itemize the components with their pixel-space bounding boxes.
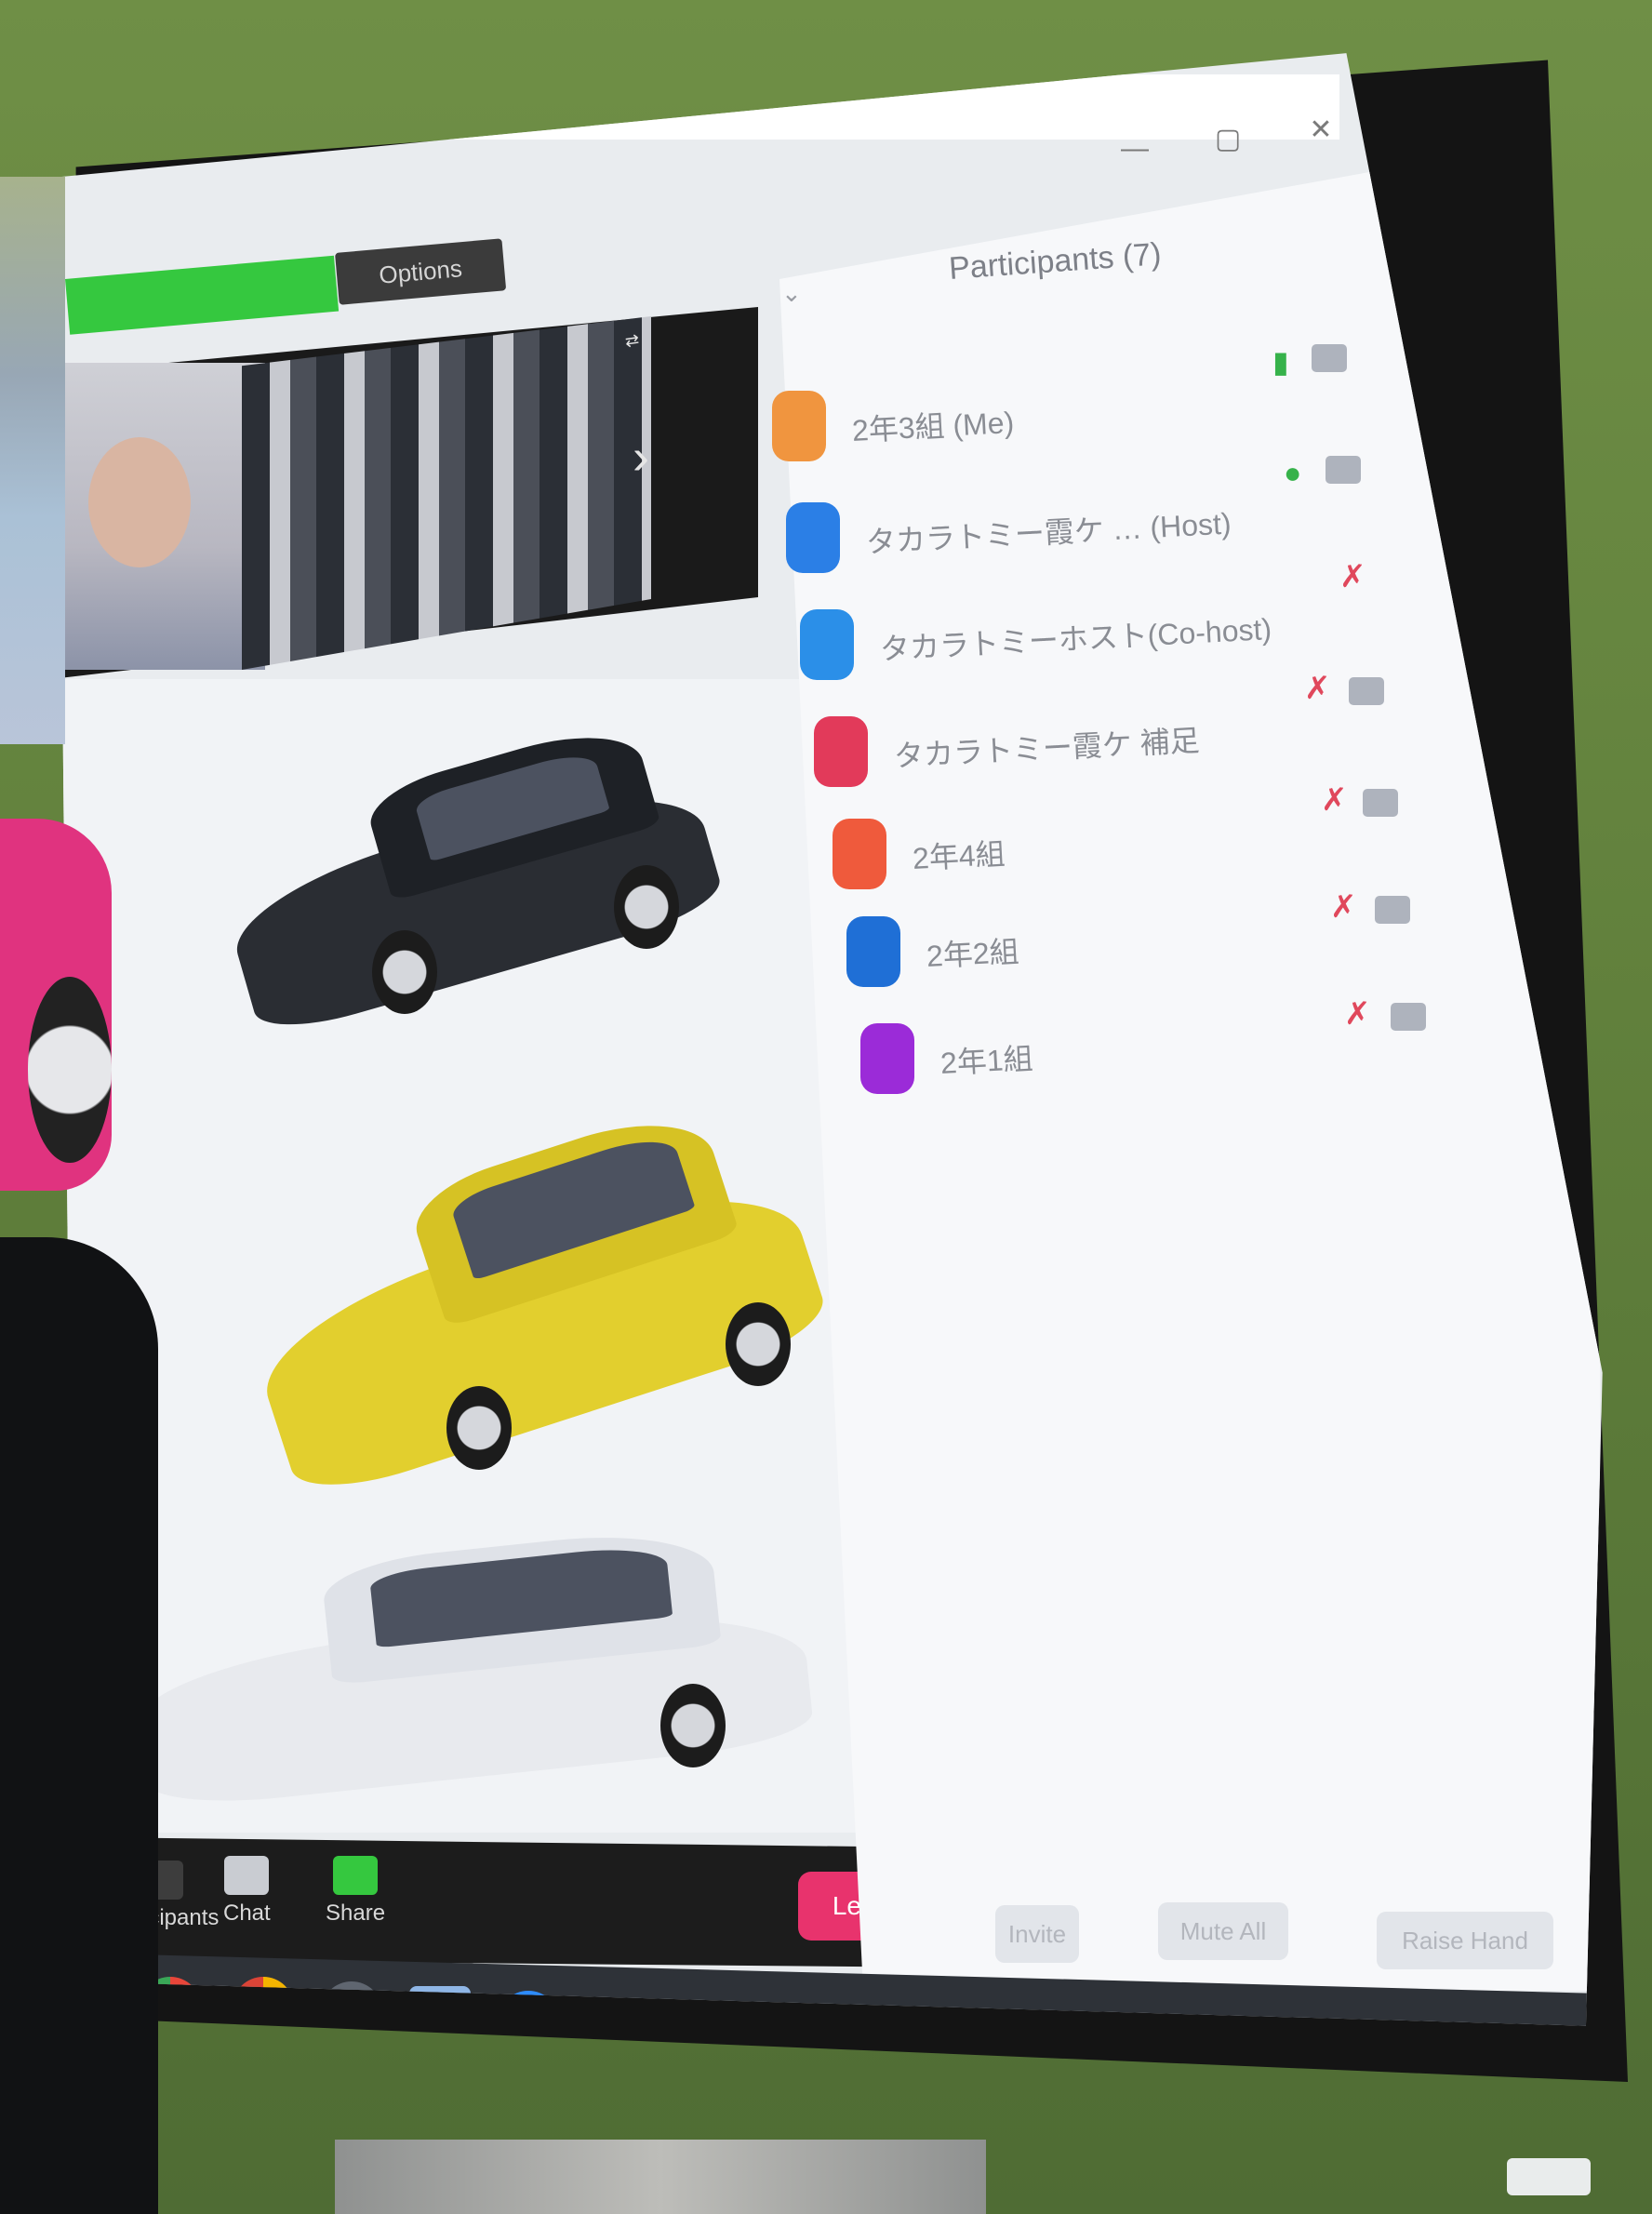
participant-avatar: [786, 502, 840, 573]
participant-row[interactable]: 2年2組: [846, 916, 1498, 991]
person-silhouette: [0, 1237, 158, 2214]
camera-icon[interactable]: [1349, 677, 1384, 705]
participant-avatar: [846, 916, 900, 987]
share-screen-icon: [333, 1856, 379, 1895]
white-car-image: [133, 1516, 828, 1823]
mic-muted-icon[interactable]: ✗: [1339, 558, 1366, 595]
chat-toolbar-button[interactable]: Chat: [223, 1856, 271, 1927]
share-toolbar-button[interactable]: Share: [326, 1856, 385, 1927]
participant-avatar: [772, 391, 826, 461]
share-status-tab[interactable]: [65, 255, 340, 335]
participant-name: タカラトミー霞ケ … (Host): [865, 506, 1232, 559]
camera-icon[interactable]: [1391, 1003, 1426, 1031]
close-button[interactable]: ✕: [1302, 112, 1339, 149]
participant-name: タカラトミーホスト(Co-host): [879, 611, 1272, 666]
mic-muted-icon[interactable]: ✗: [1304, 670, 1331, 707]
options-button[interactable]: Options: [335, 238, 507, 305]
black-car-image: [221, 716, 727, 1041]
participant-name: 2年2組: [926, 934, 1020, 973]
chat-icon: [224, 1856, 270, 1895]
share-label: Share: [326, 1901, 386, 1926]
yellow-car-image: [245, 1088, 837, 1505]
camera-icon[interactable]: [1363, 789, 1398, 817]
camera-icon[interactable]: [1326, 456, 1361, 484]
participant-avatar: [860, 1023, 914, 1094]
participant-name: タカラトミー霞ケ 補足: [893, 723, 1201, 773]
strip-view-icon[interactable]: ⇄: [624, 330, 641, 352]
participant-avatar: [800, 609, 854, 680]
participant-face: [88, 437, 191, 567]
participant-row[interactable]: タカラトミーホスト(Co-host): [800, 609, 1451, 684]
mic-muted-icon[interactable]: ✗: [1344, 995, 1371, 1033]
monitor-stand: [335, 2140, 986, 2214]
mute-all-button[interactable]: Mute All: [1158, 1902, 1288, 1960]
minimize-button[interactable]: —: [1116, 130, 1153, 167]
raise-hand-button[interactable]: Raise Hand: [1377, 1912, 1553, 1969]
participant-row[interactable]: 2年4組: [833, 819, 1484, 893]
participant-row[interactable]: タカラトミー霞ケ 補足: [814, 716, 1465, 791]
maximize-button[interactable]: ▢: [1209, 121, 1246, 158]
blurred-person: [0, 177, 65, 744]
mic-active-icon[interactable]: ▮: [1272, 344, 1289, 380]
participant-name: 2年4組: [912, 836, 1006, 875]
bezel-label: [1507, 2158, 1591, 2195]
participant-avatar: [833, 819, 886, 889]
video-tile-host[interactable]: [58, 363, 265, 670]
participant-row[interactable]: 2年3組 (Me): [772, 391, 1423, 465]
mic-active-icon[interactable]: ●: [1284, 456, 1301, 490]
invite-button[interactable]: Invite: [995, 1905, 1079, 1963]
chat-label: Chat: [223, 1901, 271, 1926]
camera-icon[interactable]: [1312, 344, 1347, 372]
participant-avatar: [814, 716, 868, 787]
participant-row[interactable]: 2年1組: [860, 1023, 1512, 1098]
collapse-chevron-icon[interactable]: ⌄: [781, 279, 802, 308]
next-page-icon[interactable]: ›: [633, 428, 649, 486]
shared-slide: [58, 679, 939, 1833]
pink-car-wheel: [28, 977, 112, 1163]
video-tile-classroom[interactable]: [242, 316, 651, 670]
participant-name: 2年3組 (Me): [851, 405, 1016, 447]
mic-muted-icon[interactable]: ✗: [1330, 888, 1357, 926]
mic-muted-icon[interactable]: ✗: [1321, 781, 1348, 819]
participant-name: 2年1組: [939, 1041, 1034, 1080]
camera-icon[interactable]: [1375, 896, 1410, 924]
